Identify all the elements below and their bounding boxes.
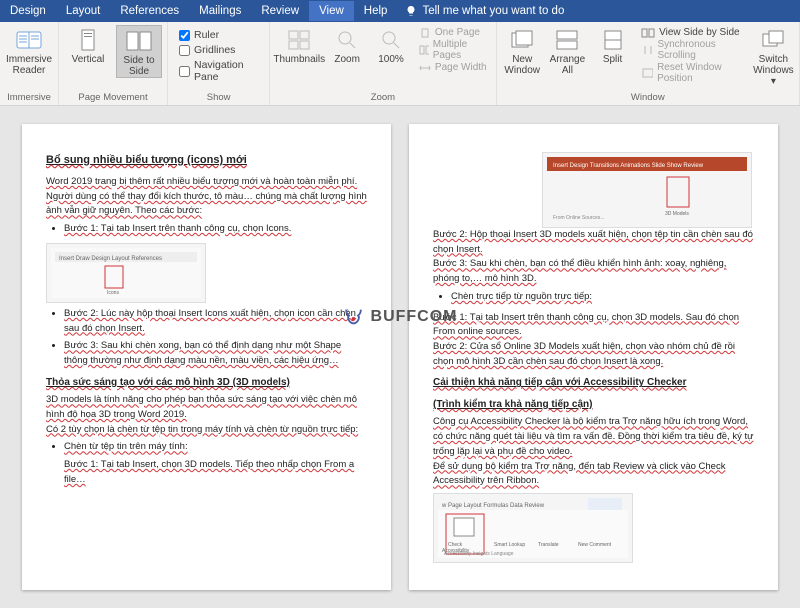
group-show: Ruler Gridlines Navigation Pane Show	[168, 22, 270, 105]
vertical-button[interactable]: Vertical	[64, 25, 112, 65]
group-zoom: Thumbnails Zoom 100% One Page Multiple P…	[270, 22, 496, 105]
svg-text:Icons: Icons	[107, 290, 119, 296]
split-icon	[599, 28, 627, 52]
side-to-side-button[interactable]: Side to Side	[116, 25, 162, 78]
switch-windows-icon	[759, 28, 787, 52]
zoom-button: Zoom	[327, 25, 367, 65]
menu-design[interactable]: Design	[0, 1, 56, 21]
menu-review[interactable]: Review	[251, 1, 309, 21]
page1-heading-icons: Bổ sung nhiều biểu tượng (icons) mới	[46, 152, 367, 169]
group-immersive: Immersive Reader Immersive	[0, 22, 59, 105]
one-page-button: One Page	[419, 27, 487, 38]
gridlines-checkbox[interactable]: Gridlines	[179, 44, 258, 56]
svg-text:New Comment: New Comment	[578, 542, 612, 548]
insert-ribbon-screenshot: Insert Draw Design Layout References Icon…	[46, 243, 206, 303]
tell-me-search[interactable]: Tell me what you want to do	[397, 5, 564, 17]
document-workspace: BUFFCOM Bổ sung nhiều biểu tượng (icons)…	[0, 106, 800, 608]
word-menu-bar: Design Layout References Mailings Review…	[0, 0, 800, 22]
svg-text:w Page Layout Formulas Data: w Page Layout Formulas Data Review	[441, 503, 545, 509]
vertical-page-icon	[74, 28, 102, 52]
zoom-100-icon	[377, 28, 405, 52]
immersive-reader-icon	[15, 28, 43, 52]
svg-text:Smart Lookup: Smart Lookup	[494, 542, 525, 548]
menu-references[interactable]: References	[110, 1, 189, 21]
zoom-icon	[333, 28, 361, 52]
menu-help[interactable]: Help	[354, 1, 398, 21]
document-page-1[interactable]: Bổ sung nhiều biểu tượng (icons) mới Wor…	[22, 124, 391, 590]
powerpoint-ribbon-screenshot: Insert Design Transitions Animations Sli…	[542, 152, 752, 228]
menu-mailings[interactable]: Mailings	[189, 1, 251, 21]
document-page-2[interactable]: Insert Design Transitions Animations Sli…	[409, 124, 778, 590]
synchronous-scrolling-button: Synchronous Scrolling	[641, 39, 745, 61]
thumbnails-icon	[285, 28, 313, 52]
multiple-pages-button: Multiple Pages	[419, 39, 487, 61]
page1-heading-3d: Thỏa sức sáng tạo với các mô hình 3D (3D…	[46, 375, 367, 391]
menu-layout[interactable]: Layout	[56, 1, 111, 21]
group-page-movement: Vertical Side to Side Page Movement	[59, 22, 168, 105]
view-side-by-side-button[interactable]: View Side by Side	[641, 27, 745, 38]
ruler-checkbox[interactable]: Ruler	[179, 29, 258, 41]
svg-text:Insert Design Transitions A: Insert Design Transitions Animations Sli…	[553, 163, 704, 169]
new-window-button[interactable]: New Window	[502, 25, 543, 76]
svg-text:Translate: Translate	[538, 542, 559, 548]
immersive-reader-button[interactable]: Immersive Reader	[5, 25, 53, 76]
thumbnails-button[interactable]: Thumbnails	[275, 25, 323, 65]
arrange-all-button[interactable]: Arrange All	[547, 25, 588, 76]
navigation-pane-checkbox[interactable]: Navigation Pane	[179, 59, 258, 83]
reset-window-position-button: Reset Window Position	[641, 62, 745, 84]
svg-text:From Online Sources...: From Online Sources...	[553, 215, 604, 221]
split-button[interactable]: Split	[592, 25, 633, 65]
zoom-100-button: 100%	[371, 25, 411, 65]
svg-text:Insert Draw Design Layout: Insert Draw Design Layout References	[59, 256, 162, 262]
page2-heading-accessibility: Cải thiện khả năng tiếp cận với Accessib…	[433, 375, 754, 391]
lightbulb-icon	[405, 5, 417, 17]
review-ribbon-screenshot: w Page Layout Formulas Data ReviewCheckA…	[433, 493, 633, 563]
group-window: New Window Arrange All Split View Side b…	[497, 22, 800, 105]
svg-text:3D Models: 3D Models	[665, 211, 689, 217]
switch-windows-button[interactable]: Switch Windows ▾	[753, 25, 794, 87]
svg-text:Accessibility Insights Lan: Accessibility Insights Language	[444, 551, 514, 557]
menu-view[interactable]: View	[309, 1, 354, 21]
side-to-side-icon	[125, 29, 153, 53]
arrange-all-icon	[553, 28, 581, 52]
page-width-button: Page Width	[419, 62, 487, 73]
new-window-icon	[508, 28, 536, 52]
ribbon-view: Immersive Reader Immersive Vertical Side…	[0, 22, 800, 106]
